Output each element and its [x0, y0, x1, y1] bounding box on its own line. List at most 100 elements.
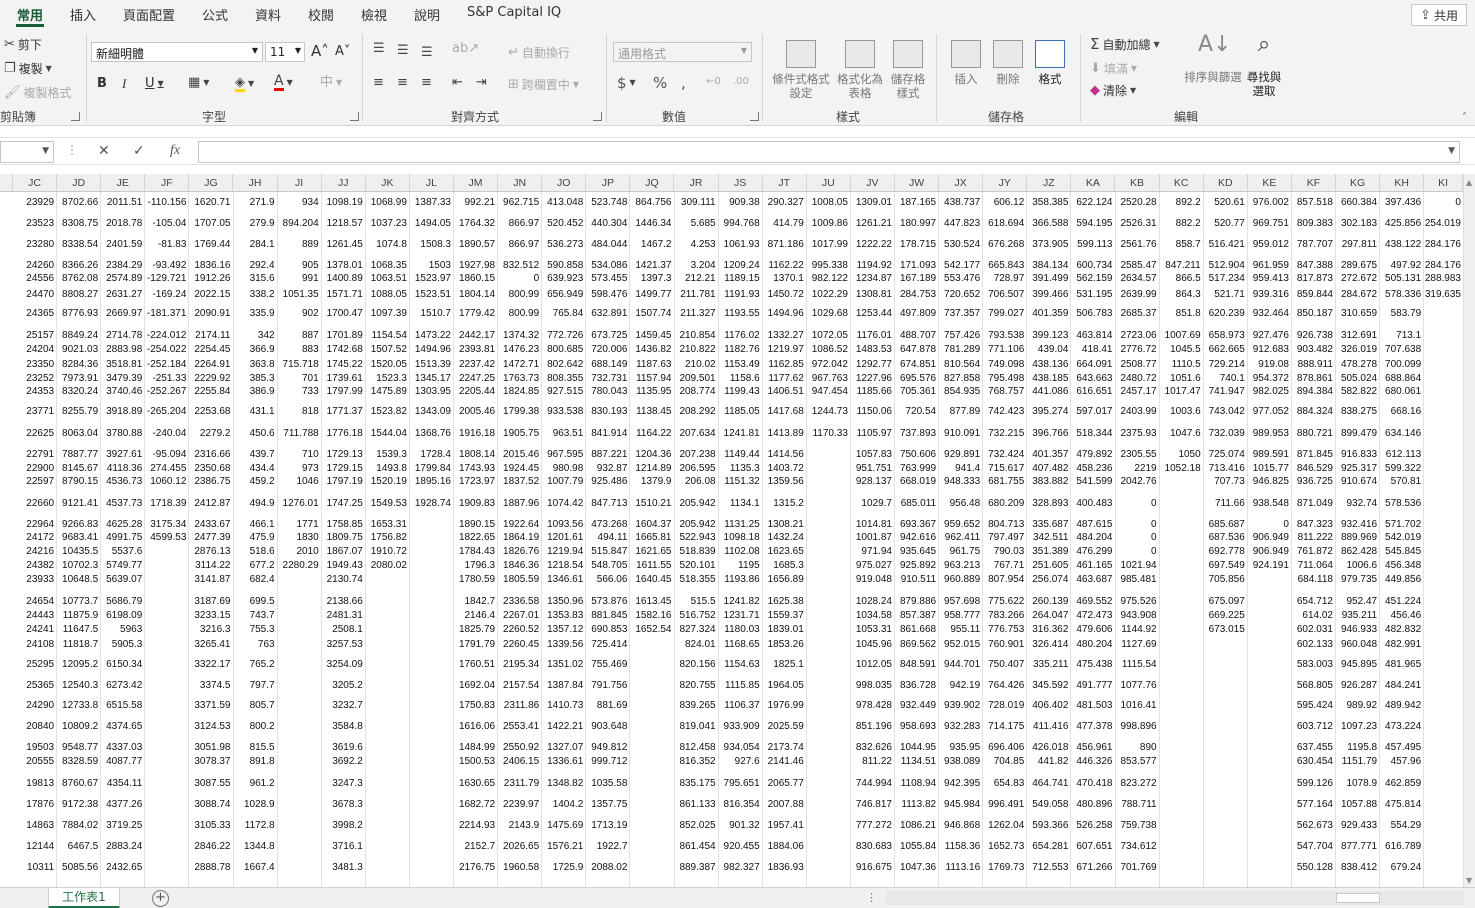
cell[interactable]: 820.755 [675, 680, 715, 692]
cell[interactable]: 1189.15 [719, 273, 759, 285]
cell[interactable]: 839.265 [675, 700, 715, 712]
cell[interactable]: 491.777 [1071, 680, 1112, 692]
cell[interactable]: 1499.77 [630, 289, 671, 301]
cell[interactable]: 2141.46 [763, 756, 804, 768]
cell[interactable]: 1475.69 [542, 820, 583, 832]
cell[interactable]: 692.778 [1204, 546, 1245, 558]
cell[interactable]: -93.492 [145, 260, 186, 272]
cell[interactable]: 1510.21 [630, 498, 671, 510]
cell[interactable]: 391.499 [1027, 273, 1068, 285]
cell[interactable]: 3247.3 [322, 778, 363, 790]
cell[interactable]: 812.458 [675, 742, 715, 754]
cell[interactable]: 847.388 [1292, 260, 1333, 272]
add-sheet-button[interactable]: + [152, 890, 169, 907]
cell[interactable]: 466.1 [234, 519, 275, 531]
cell[interactable]: 458.236 [1071, 463, 1112, 475]
cell[interactable]: 24172 [13, 532, 54, 544]
font-launcher-icon[interactable] [350, 112, 359, 121]
cell[interactable]: 251.605 [1027, 560, 1068, 572]
cell[interactable]: 516.421 [1204, 239, 1245, 251]
cell[interactable]: 1404.2 [542, 799, 584, 811]
cell[interactable]: 456.348 [1380, 560, 1421, 572]
cell[interactable]: 810.564 [939, 359, 980, 371]
cell[interactable]: 1860.15 [454, 273, 495, 285]
cell[interactable]: 800.685 [542, 344, 583, 356]
cell[interactable]: 8320.24 [57, 386, 98, 398]
cell[interactable]: 1713.19 [586, 820, 627, 832]
cell[interactable]: 961.959 [1248, 260, 1289, 272]
cell[interactable]: 891.8 [234, 756, 275, 768]
cell[interactable]: 830.683 [851, 841, 892, 853]
increase-decimal-button[interactable]: ←0 [706, 76, 721, 87]
cell[interactable]: 945.984 [939, 799, 980, 811]
cell[interactable]: 1193.86 [719, 574, 759, 586]
cell[interactable]: 22660 [13, 498, 54, 510]
cell[interactable]: 22597 [13, 476, 54, 488]
cell[interactable]: 820.156 [675, 659, 715, 671]
cell[interactable]: 688.149 [586, 359, 627, 371]
cell[interactable]: 312.691 [1336, 330, 1377, 342]
cell[interactable]: 903.648 [586, 721, 627, 733]
cell[interactable]: 1261.45 [322, 239, 363, 251]
cell[interactable]: 10435.5 [57, 546, 98, 558]
cell[interactable]: 9172.38 [57, 799, 98, 811]
cell[interactable]: 2386.75 [189, 476, 230, 488]
cell[interactable]: 2157.54 [498, 680, 539, 692]
cell[interactable]: 685.011 [895, 498, 936, 510]
cell[interactable]: 24365 [13, 308, 54, 320]
cell[interactable]: 8776.93 [57, 308, 98, 320]
cell[interactable]: 3232.7 [322, 700, 363, 712]
cell[interactable]: 24654 [13, 596, 54, 608]
cell[interactable]: 24556 [13, 273, 54, 285]
cell[interactable]: 583.003 [1292, 659, 1333, 671]
cell[interactable]: 2669.97 [101, 308, 142, 320]
cell[interactable]: 1613.45 [630, 596, 671, 608]
cell[interactable]: 712.553 [1027, 862, 1068, 874]
cell[interactable]: 2264.91 [189, 359, 230, 371]
cell[interactable]: 1656.89 [763, 574, 804, 586]
cell[interactable]: 395.274 [1027, 406, 1068, 418]
cell[interactable]: 481.503 [1071, 700, 1112, 712]
cell[interactable]: 688.864 [1380, 373, 1421, 385]
cell[interactable]: 279.9 [234, 218, 275, 230]
cell[interactable]: 1157.94 [630, 373, 671, 385]
cell[interactable]: 681.755 [983, 476, 1024, 488]
cell[interactable]: 1105.97 [851, 428, 892, 440]
cell[interactable]: 1214.89 [630, 463, 671, 475]
cell[interactable]: 208.774 [675, 386, 715, 398]
cell[interactable]: 952.015 [939, 639, 980, 651]
cell[interactable]: 835.175 [675, 778, 715, 790]
cell[interactable]: 477.378 [1071, 721, 1112, 733]
cell[interactable]: 1539.3 [366, 449, 407, 461]
cell[interactable]: 578.536 [1380, 498, 1421, 510]
cell[interactable]: 602.133 [1292, 639, 1333, 651]
font-size-select[interactable]: 11 ▼ [265, 42, 305, 62]
cell[interactable]: 737.893 [895, 428, 936, 440]
cell[interactable]: 1745.22 [322, 359, 363, 371]
cell[interactable]: 1055.84 [895, 841, 936, 853]
cell[interactable]: 2152.7 [454, 841, 496, 853]
cell[interactable]: 462.859 [1380, 778, 1421, 790]
cell[interactable]: 5686.79 [101, 596, 142, 608]
cell[interactable]: 1177.62 [763, 373, 803, 385]
cell[interactable]: 668.019 [895, 476, 936, 488]
cell[interactable]: 1168.65 [719, 639, 759, 651]
column-header[interactable]: JQ [630, 174, 675, 192]
cell[interactable]: 1162.22 [763, 260, 803, 272]
cell[interactable]: 518.355 [675, 574, 715, 586]
cell[interactable]: 2255.84 [189, 386, 230, 398]
cell[interactable]: 1692.04 [454, 680, 495, 692]
cell[interactable]: 1138.45 [630, 406, 671, 418]
cell[interactable]: 632.891 [586, 308, 627, 320]
cell[interactable]: 861.668 [895, 624, 936, 636]
cell[interactable]: 482.991 [1380, 639, 1421, 651]
cell[interactable]: 916.833 [1336, 449, 1377, 461]
cell[interactable]: 438.185 [1027, 373, 1068, 385]
cell[interactable]: 2631.27 [101, 289, 142, 301]
cell[interactable]: 880.721 [1292, 428, 1333, 440]
cell[interactable]: 1017.47 [1160, 386, 1201, 398]
cell[interactable]: 658.973 [1204, 330, 1245, 342]
cell[interactable]: 819.041 [675, 721, 715, 733]
cell[interactable]: 418.41 [1071, 344, 1113, 356]
cell[interactable]: 894.384 [1292, 386, 1333, 398]
